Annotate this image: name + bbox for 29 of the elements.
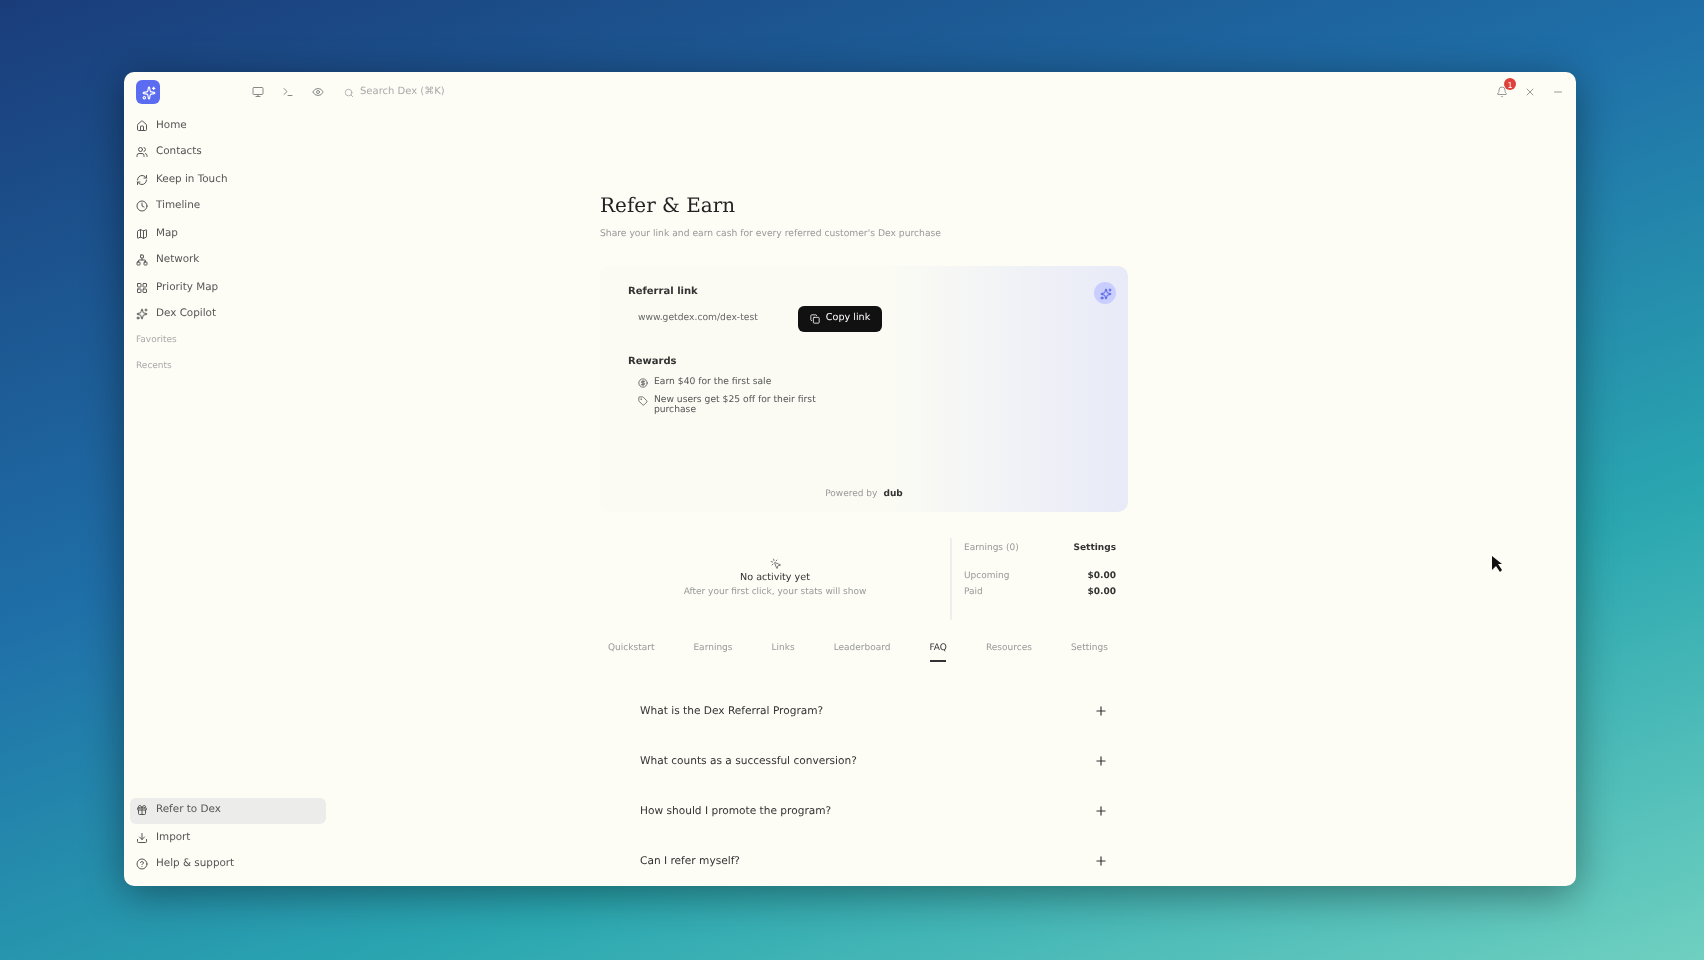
- expand-icon[interactable]: [1094, 704, 1108, 718]
- bell-icon[interactable]: [1496, 86, 1508, 98]
- expand-icon[interactable]: [1094, 854, 1108, 868]
- app-logo-icon[interactable]: [136, 80, 160, 104]
- copy-icon: [809, 314, 820, 324]
- expand-icon[interactable]: [1094, 754, 1108, 768]
- monitor-icon[interactable]: [252, 86, 264, 98]
- search-icon: [344, 87, 354, 97]
- network-icon: [136, 254, 148, 267]
- pointer-click-icon: [769, 558, 781, 571]
- sparkle-icon: [136, 308, 148, 321]
- eye-icon[interactable]: [312, 86, 324, 98]
- people-icon: [136, 146, 148, 159]
- download-icon: [136, 831, 148, 844]
- coin-icon: [638, 378, 648, 388]
- refresh-icon: [136, 173, 148, 186]
- expand-icon[interactable]: [1094, 804, 1108, 818]
- map-icon: [136, 227, 148, 240]
- help-icon: [136, 858, 148, 871]
- close-icon[interactable]: [1524, 86, 1536, 98]
- terminal-icon[interactable]: [282, 86, 294, 98]
- gift-icon: [136, 804, 148, 817]
- home-icon: [136, 119, 148, 132]
- clock-icon: [136, 200, 148, 213]
- mouse-cursor-icon: [1492, 556, 1502, 572]
- tag-icon: [638, 396, 648, 406]
- page-title: Refer & Earn: [600, 196, 738, 218]
- grid-icon: [136, 281, 148, 294]
- sparkle-badge-icon: [1094, 282, 1116, 304]
